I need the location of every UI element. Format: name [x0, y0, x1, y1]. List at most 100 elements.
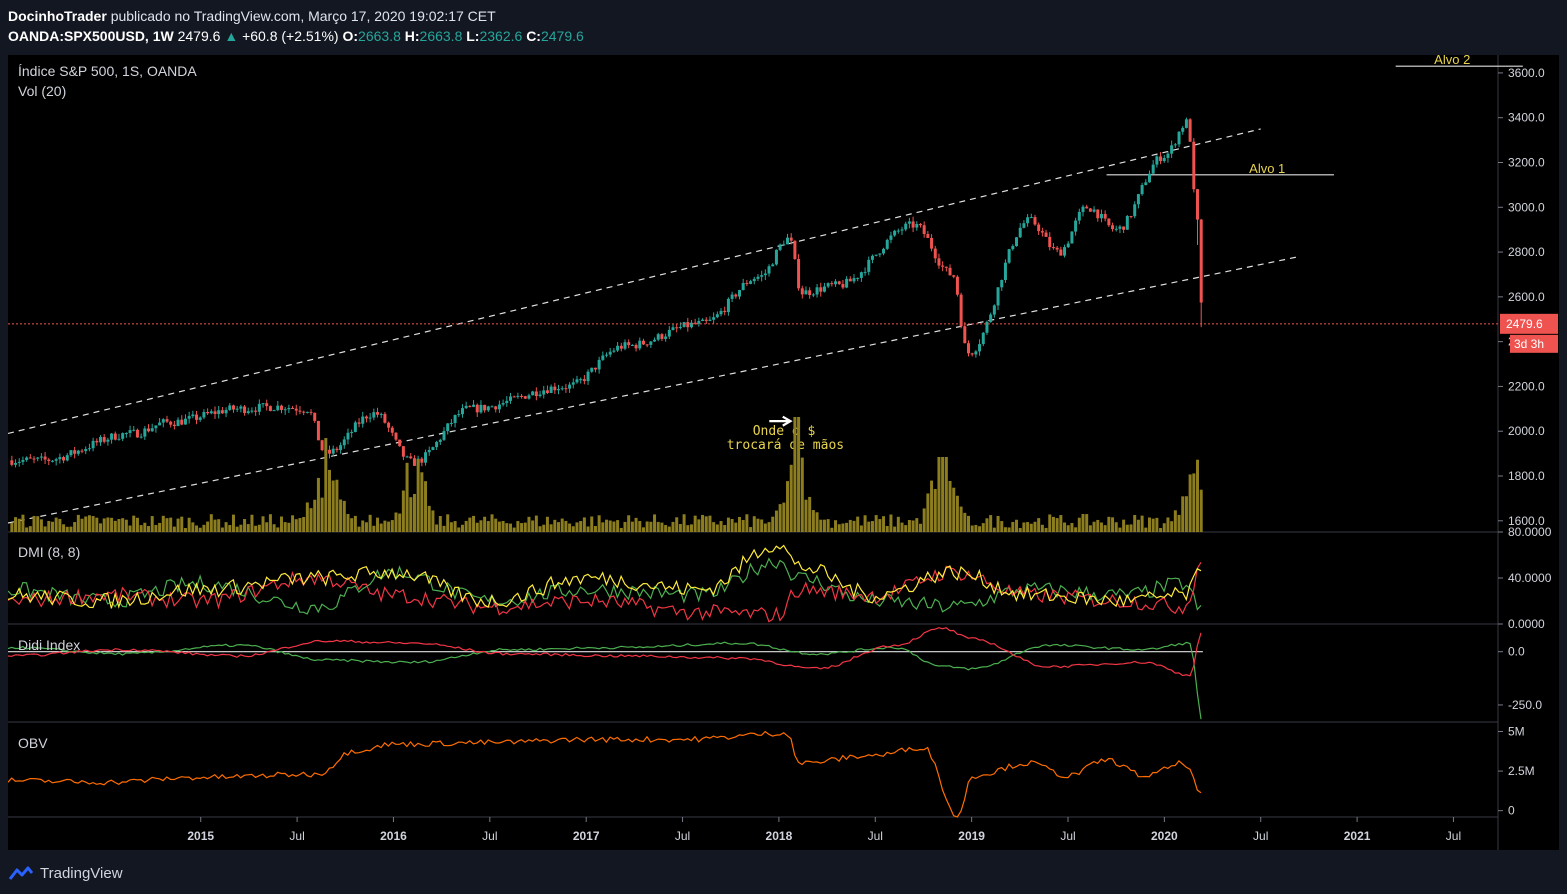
candle-body [601, 355, 605, 360]
volume-bar [689, 524, 693, 532]
candle-body [368, 417, 372, 419]
candle-body [468, 405, 472, 407]
candle-body [645, 344, 649, 346]
volume-bar [243, 519, 247, 532]
candle-body [682, 322, 686, 328]
volume-bar [398, 513, 402, 532]
volume-bar [1066, 525, 1070, 532]
candle-body [944, 266, 948, 268]
candle-body [387, 422, 391, 428]
candle-body [653, 339, 657, 342]
didi-pane-title[interactable]: Didi Index [18, 637, 80, 653]
volume-bar [231, 514, 235, 532]
volume-bar [460, 524, 464, 532]
candle-body [1055, 247, 1059, 250]
volume-bar [198, 527, 202, 532]
time-tick-label: 2018 [766, 829, 793, 843]
candle-body [235, 408, 239, 410]
candle-body [328, 449, 332, 454]
volume-bar [568, 523, 572, 532]
volume-bar [1140, 515, 1144, 532]
candle-body [948, 267, 952, 276]
volume-bar [438, 516, 442, 532]
volume-bar [959, 506, 963, 532]
candle-body [1081, 206, 1085, 212]
symbol-label[interactable]: OANDA:SPX500USD, 1W [8, 28, 174, 44]
volume-bar [734, 522, 738, 532]
time-tick-label: Jul [1446, 829, 1461, 843]
price-tick-label: 2600.0 [1508, 290, 1545, 304]
main-pane-title[interactable]: Índice S&P 500, 1S, OANDA [18, 63, 197, 79]
volume-bar [401, 490, 405, 532]
volume-pane-title[interactable]: Vol (20) [18, 83, 66, 99]
candle-body [815, 287, 819, 295]
volume-bar [800, 457, 804, 532]
volume-bar [1096, 519, 1100, 532]
volume-bar [1188, 474, 1192, 532]
candle-body [523, 396, 527, 399]
candle-body [1051, 247, 1055, 249]
candle-body [1125, 216, 1129, 230]
candle-body [50, 460, 54, 462]
candle-body [571, 382, 575, 385]
chart-frame[interactable]: 3600.03400.03200.03000.02800.02600.02400… [8, 55, 1559, 850]
volume-bar [966, 515, 970, 532]
candle-body [749, 281, 753, 284]
candle-body [1170, 145, 1174, 154]
brand-name[interactable]: TradingView [40, 865, 123, 882]
candle-body [183, 418, 187, 425]
volume-bar [786, 481, 790, 532]
volume-bar [963, 512, 967, 532]
candle-body [14, 462, 18, 465]
chart-canvas[interactable]: 3600.03400.03200.03000.02800.02600.02400… [8, 55, 1559, 850]
candle-body [1007, 249, 1011, 263]
volume-bar [701, 514, 705, 532]
author-name[interactable]: DocinhoTrader [8, 8, 107, 24]
volume-bar [981, 523, 985, 532]
candle-body [99, 437, 103, 443]
candle-body [17, 461, 21, 463]
candle-body [43, 456, 47, 460]
dmi-series-line [8, 557, 1202, 615]
dmi-series-line [8, 544, 1202, 609]
volume-bar [1099, 522, 1103, 532]
volume-bar [328, 469, 332, 532]
volume-bar [1011, 521, 1015, 532]
candle-body [346, 432, 350, 440]
candle-body [737, 290, 741, 297]
obv-pane-title[interactable]: OBV [18, 735, 48, 751]
volume-bar [549, 524, 553, 532]
volume-bar [557, 522, 561, 532]
volume-bar [62, 524, 66, 532]
candle-body [1140, 185, 1144, 195]
volume-bar [21, 514, 25, 532]
candle-body [1133, 204, 1137, 217]
volume-bar [150, 516, 154, 532]
dmi-pane-title[interactable]: DMI (8, 8) [18, 544, 80, 560]
candle-body [542, 390, 546, 395]
last-price-tag-text: 2479.6 [1506, 317, 1543, 331]
candle-body [763, 273, 767, 276]
volume-bar [941, 457, 945, 532]
volume-bar [224, 522, 228, 532]
volume-bar [593, 525, 597, 532]
candle-body [568, 384, 572, 389]
volume-bar [87, 515, 91, 532]
volume-bar [649, 521, 653, 532]
volume-bar [848, 519, 852, 532]
volume-bar [1173, 510, 1177, 532]
target-2-label: Alvo 2 [1434, 55, 1470, 67]
candle-body [822, 286, 826, 292]
volume-bar [261, 516, 265, 532]
volume-bar [191, 522, 195, 532]
volume-bar [298, 518, 302, 532]
candle-body [826, 283, 830, 287]
candle-body [545, 390, 549, 393]
footer-branding: TradingView [8, 860, 123, 886]
volume-bar [726, 517, 730, 532]
didi-series-line [8, 641, 1202, 720]
volume-bar [520, 523, 524, 532]
candle-body [782, 244, 786, 246]
candle-body [800, 288, 804, 295]
volume-bar [309, 508, 313, 532]
